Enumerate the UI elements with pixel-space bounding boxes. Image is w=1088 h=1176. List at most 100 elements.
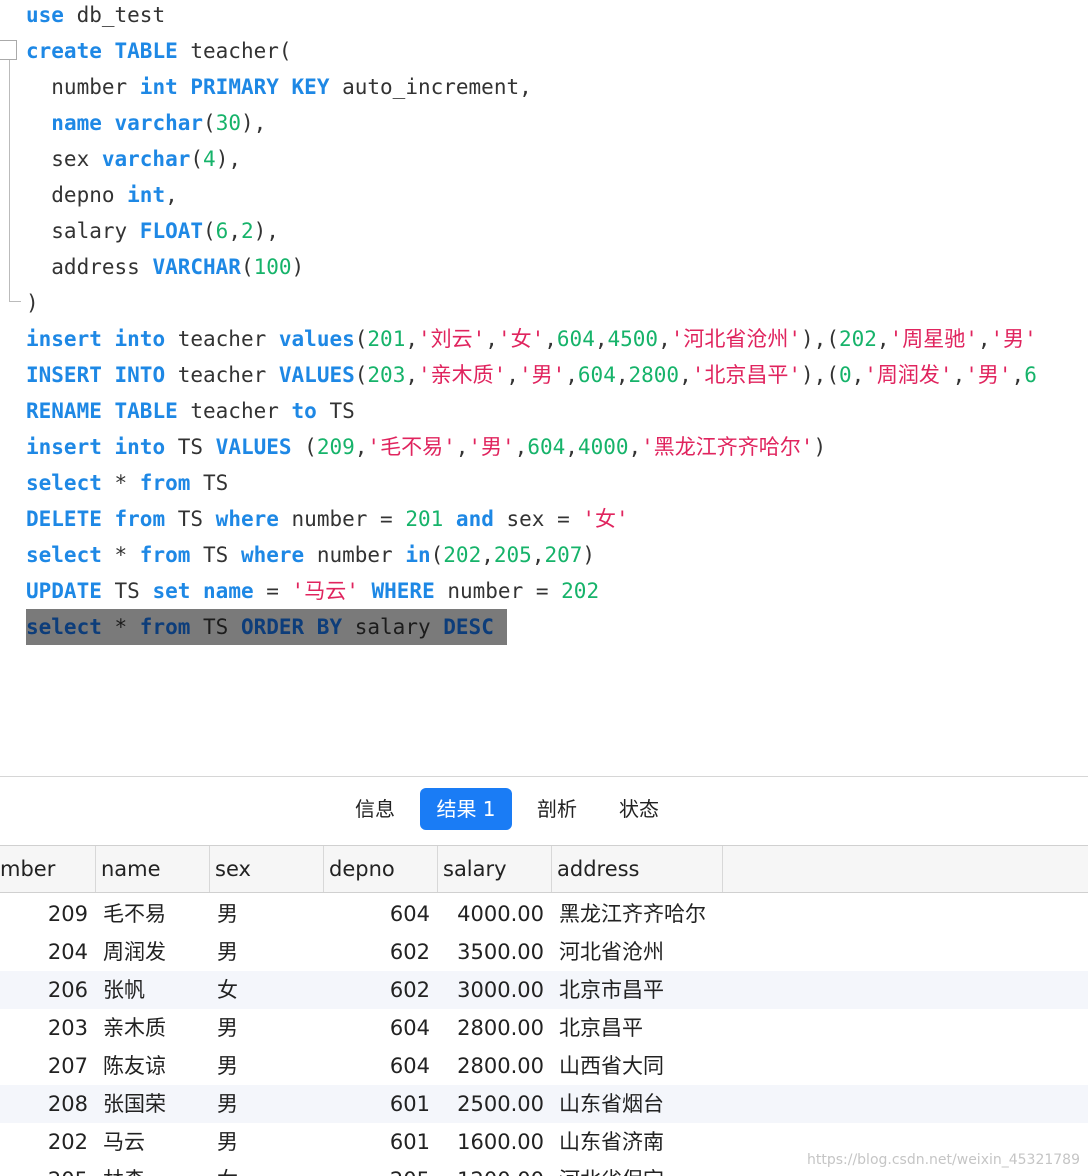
cell-address[interactable]: 河北省保定 [559,1161,759,1176]
tab-profile[interactable]: 剖析 [522,788,592,830]
tab-status[interactable]: 状态 [604,788,674,830]
cell-salary[interactable]: 3500.00 [440,933,544,971]
column-header-number[interactable]: mber [0,846,96,892]
tab-info[interactable]: 信息 [340,788,410,830]
code-token: ) [291,255,305,279]
cell-address[interactable]: 山东省济南 [559,1123,759,1161]
cell-depno[interactable]: 602 [330,971,430,1009]
cell-number[interactable]: 208 [0,1085,88,1123]
cell-sex[interactable]: 男 [217,895,317,933]
table-row[interactable]: 209 毛不易男 604 4000.00 黑龙江齐齐哈尔 [0,895,1088,933]
tab-result-1[interactable]: 结果 1 [420,788,512,830]
code-line[interactable]: INSERT INTO teacher VALUES(203,'亲木质','男'… [26,357,1037,393]
code-token: 604 [527,435,566,459]
cell-number[interactable]: 207 [0,1047,88,1085]
table-row[interactable]: 203 亲木质男 604 2800.00 北京昌平 [0,1009,1088,1047]
column-header-name[interactable]: name [96,846,210,892]
code-line[interactable]: name varchar(30), [26,105,266,141]
cell-salary[interactable]: 4000.00 [440,895,544,933]
code-token: 207 [544,543,583,567]
cell-address[interactable]: 黑龙江齐齐哈尔 [559,895,759,933]
code-line[interactable]: use db_test [26,0,165,33]
code-line[interactable]: create TABLE teacher( [26,33,292,69]
cell-address[interactable]: 山西省大同 [559,1047,759,1085]
code-line[interactable]: ) [26,285,39,321]
cell-salary[interactable]: 1600.00 [440,1123,544,1161]
cell-depno[interactable]: 601 [330,1085,430,1123]
cell-salary[interactable]: 2800.00 [440,1047,544,1085]
cell-salary[interactable]: 1200.00 [440,1161,544,1176]
cell-number[interactable]: 205 [0,1161,88,1176]
code-token: sex [26,147,102,171]
column-header-address[interactable]: address [552,846,723,892]
cell-depno[interactable]: 604 [330,895,430,933]
code-token: 209 [316,435,355,459]
cell-name[interactable]: 亲木质 [103,1009,203,1047]
cell-sex[interactable]: 女 [217,971,317,1009]
cell-number[interactable]: 202 [0,1123,88,1161]
cell-depno[interactable]: 601 [330,1123,430,1161]
cell-address[interactable]: 北京市昌平 [559,971,759,1009]
cell-name[interactable]: 周润发 [103,933,203,971]
code-line[interactable]: select * from TS [26,465,228,501]
result-grid[interactable]: 209 毛不易男 604 4000.00 黑龙江齐齐哈尔 204 周润发男 602 3500.0… [0,893,1088,1176]
cell-salary[interactable]: 2500.00 [440,1085,544,1123]
cell-name[interactable]: 张帆 [103,971,203,1009]
cell-sex[interactable]: 男 [217,1085,317,1123]
code-line[interactable]: UPDATE TS set name = '马云' WHERE number =… [26,573,599,609]
code-line[interactable]: RENAME TABLE teacher to TS [26,393,355,429]
cell-sex[interactable]: 男 [217,1047,317,1085]
cell-address[interactable]: 北京昌平 [559,1009,759,1047]
code-line[interactable]: DELETE from TS where number = 201 and se… [26,501,629,537]
column-header-salary[interactable]: salary [438,846,552,892]
cell-name[interactable]: 毛不易 [103,895,203,933]
column-header-depno[interactable]: depno [324,846,438,892]
code-line[interactable]: sex varchar(4), [26,141,241,177]
code-token: from [114,507,166,531]
column-header-sex[interactable]: sex [210,846,324,892]
code-line[interactable]: select * from TS where number in(202,205… [26,537,595,573]
sql-editor[interactable]: use db_test create TABLE teacher( number … [0,0,1088,776]
cell-name[interactable]: 陈友谅 [103,1047,203,1085]
cell-sex[interactable]: 男 [217,933,317,971]
cell-sex[interactable]: 男 [217,1123,317,1161]
code-token: TS [101,579,153,603]
cell-name[interactable]: 林森 [103,1161,203,1176]
code-line[interactable]: address VARCHAR(100) [26,249,304,285]
cell-sex[interactable]: 女 [217,1161,317,1176]
code-token: '周润发' [864,363,953,387]
code-line[interactable]: depno int, [26,177,177,213]
code-token: 2800 [628,363,680,387]
table-row[interactable]: 206 张帆女 602 3000.00 北京市昌平 [0,971,1088,1009]
cell-depno[interactable]: 205 [330,1161,430,1176]
cell-address[interactable]: 山东省烟台 [559,1085,759,1123]
cell-number[interactable]: 209 [0,895,88,933]
cell-name[interactable]: 张国荣 [103,1085,203,1123]
cell-number[interactable]: 206 [0,971,88,1009]
cell-name[interactable]: 马云 [103,1123,203,1161]
code-token: TABLE [114,39,178,63]
table-row[interactable]: 208 张国荣男 601 2500.00 山东省烟台 [0,1085,1088,1123]
cell-sex[interactable]: 男 [217,1009,317,1047]
table-row[interactable]: 204 周润发男 602 3500.00 河北省沧州 [0,933,1088,971]
cell-depno[interactable]: 604 [330,1047,430,1085]
cell-depno[interactable]: 604 [330,1009,430,1047]
code-token: 30 [215,111,241,135]
cell-salary[interactable]: 3000.00 [440,971,544,1009]
code-line[interactable]: insert into teacher values(201,'刘云','女',… [26,321,1037,357]
cell-depno[interactable]: 602 [330,933,430,971]
code-token: , [615,363,629,387]
cell-number[interactable]: 203 [0,1009,88,1047]
fold-toggle-icon[interactable] [0,40,17,60]
cell-number[interactable]: 204 [0,933,88,971]
code-line[interactable]: insert into TS VALUES (209,'毛不易','男',604… [26,429,826,465]
code-line[interactable]: number int PRIMARY KEY auto_increment, [26,69,531,105]
cell-address[interactable]: 河北省沧州 [559,933,759,971]
code-line[interactable]: select * from TS ORDER BY salary DESC [26,609,507,645]
table-row[interactable]: 207 陈友谅男 604 2800.00 山西省大同 [0,1047,1088,1085]
cell-salary[interactable]: 2800.00 [440,1009,544,1047]
code-line[interactable]: salary FLOAT(6,2), [26,213,279,249]
